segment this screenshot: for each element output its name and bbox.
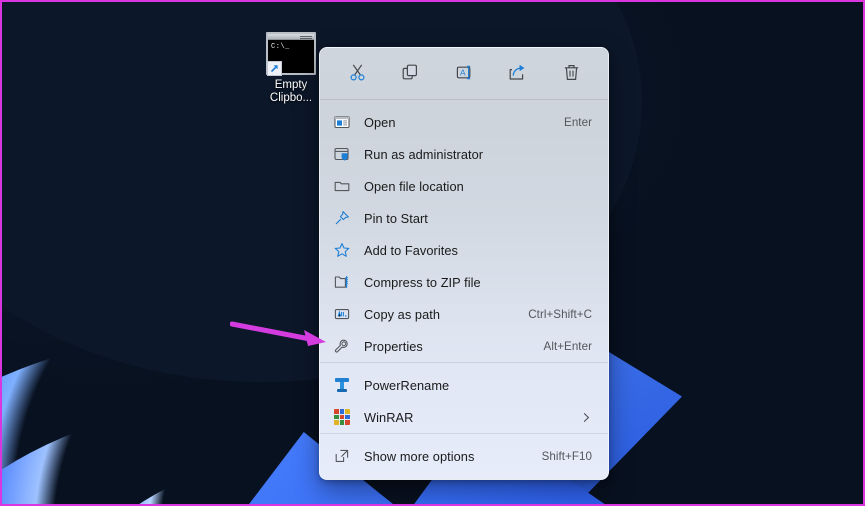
powerrename-icon	[320, 377, 364, 393]
share-icon[interactable]	[503, 59, 533, 87]
menu-group-more: Show more options Shift+F10	[320, 434, 608, 479]
menu-item-accelerator: Enter	[564, 115, 592, 129]
zip-folder-icon	[320, 274, 364, 290]
command-prompt-icon: C:\_	[266, 32, 316, 76]
menu-item-label: Copy as path	[364, 306, 441, 322]
menu-item-show-more-options[interactable]: Show more options Shift+F10	[320, 440, 608, 472]
delete-icon[interactable]	[556, 59, 586, 87]
winrar-icon	[320, 409, 364, 425]
menu-item-open-file-location[interactable]: Open file location	[320, 170, 608, 202]
menu-item-label: Pin to Start	[364, 210, 428, 226]
menu-item-label: Compress to ZIP file	[364, 274, 481, 290]
desktop-icon-label: Empty Clipbo...	[269, 79, 313, 104]
menu-item-copy-as-path[interactable]: Copy as path Ctrl+Shift+C	[320, 298, 608, 330]
menu-group-apps: PowerRename WinRAR	[320, 363, 608, 433]
menu-group-primary: Open Enter Run as administrator Open fil…	[320, 100, 608, 362]
show-more-icon	[320, 448, 364, 464]
shield-window-icon	[320, 146, 364, 162]
command-prompt-text: C:\_	[271, 43, 290, 51]
cut-icon[interactable]	[342, 59, 372, 87]
menu-item-label: Show more options	[364, 448, 475, 464]
context-menu: A Open Enter Run as administrator Open f…	[319, 47, 609, 480]
folder-icon	[320, 178, 364, 194]
menu-item-label: Open	[364, 114, 396, 130]
menu-item-pin-to-start[interactable]: Pin to Start	[320, 202, 608, 234]
wrench-icon	[320, 338, 364, 354]
menu-item-label: Run as administrator	[364, 146, 484, 162]
menu-item-label: Open file location	[364, 178, 464, 194]
copy-icon[interactable]	[396, 59, 426, 87]
menu-item-accelerator: Alt+Enter	[543, 339, 592, 353]
star-icon	[320, 242, 364, 258]
desktop-icon-empty-clipboard[interactable]: C:\_ Empty Clipbo...	[258, 32, 324, 105]
chevron-right-icon	[578, 412, 592, 423]
menu-item-run-as-administrator[interactable]: Run as administrator	[320, 138, 608, 170]
svg-text:A: A	[460, 68, 466, 78]
menu-item-label: Add to Favorites	[364, 242, 458, 258]
menu-item-compress-to-zip[interactable]: Compress to ZIP file	[320, 266, 608, 298]
menu-item-label: WinRAR	[364, 409, 414, 425]
menu-item-powerrename[interactable]: PowerRename	[320, 369, 608, 401]
menu-item-accelerator: Shift+F10	[541, 449, 592, 463]
copy-path-icon	[320, 306, 364, 322]
menu-item-properties[interactable]: Properties Alt+Enter	[320, 330, 608, 362]
pin-icon	[320, 210, 364, 226]
menu-item-open[interactable]: Open Enter	[320, 106, 608, 138]
menu-item-add-to-favorites[interactable]: Add to Favorites	[320, 234, 608, 266]
rename-icon[interactable]: A	[449, 59, 479, 87]
shortcut-overlay-icon	[267, 61, 282, 76]
context-menu-toolbar: A	[320, 48, 608, 99]
menu-item-accelerator: Ctrl+Shift+C	[528, 307, 592, 321]
menu-item-label: PowerRename	[364, 377, 450, 393]
desktop-screen: C:\_ Empty Clipbo... A Open Enter Run as…	[0, 0, 865, 506]
menu-item-winrar[interactable]: WinRAR	[320, 401, 608, 433]
open-window-icon	[320, 114, 364, 130]
menu-item-label: Properties	[364, 338, 423, 354]
